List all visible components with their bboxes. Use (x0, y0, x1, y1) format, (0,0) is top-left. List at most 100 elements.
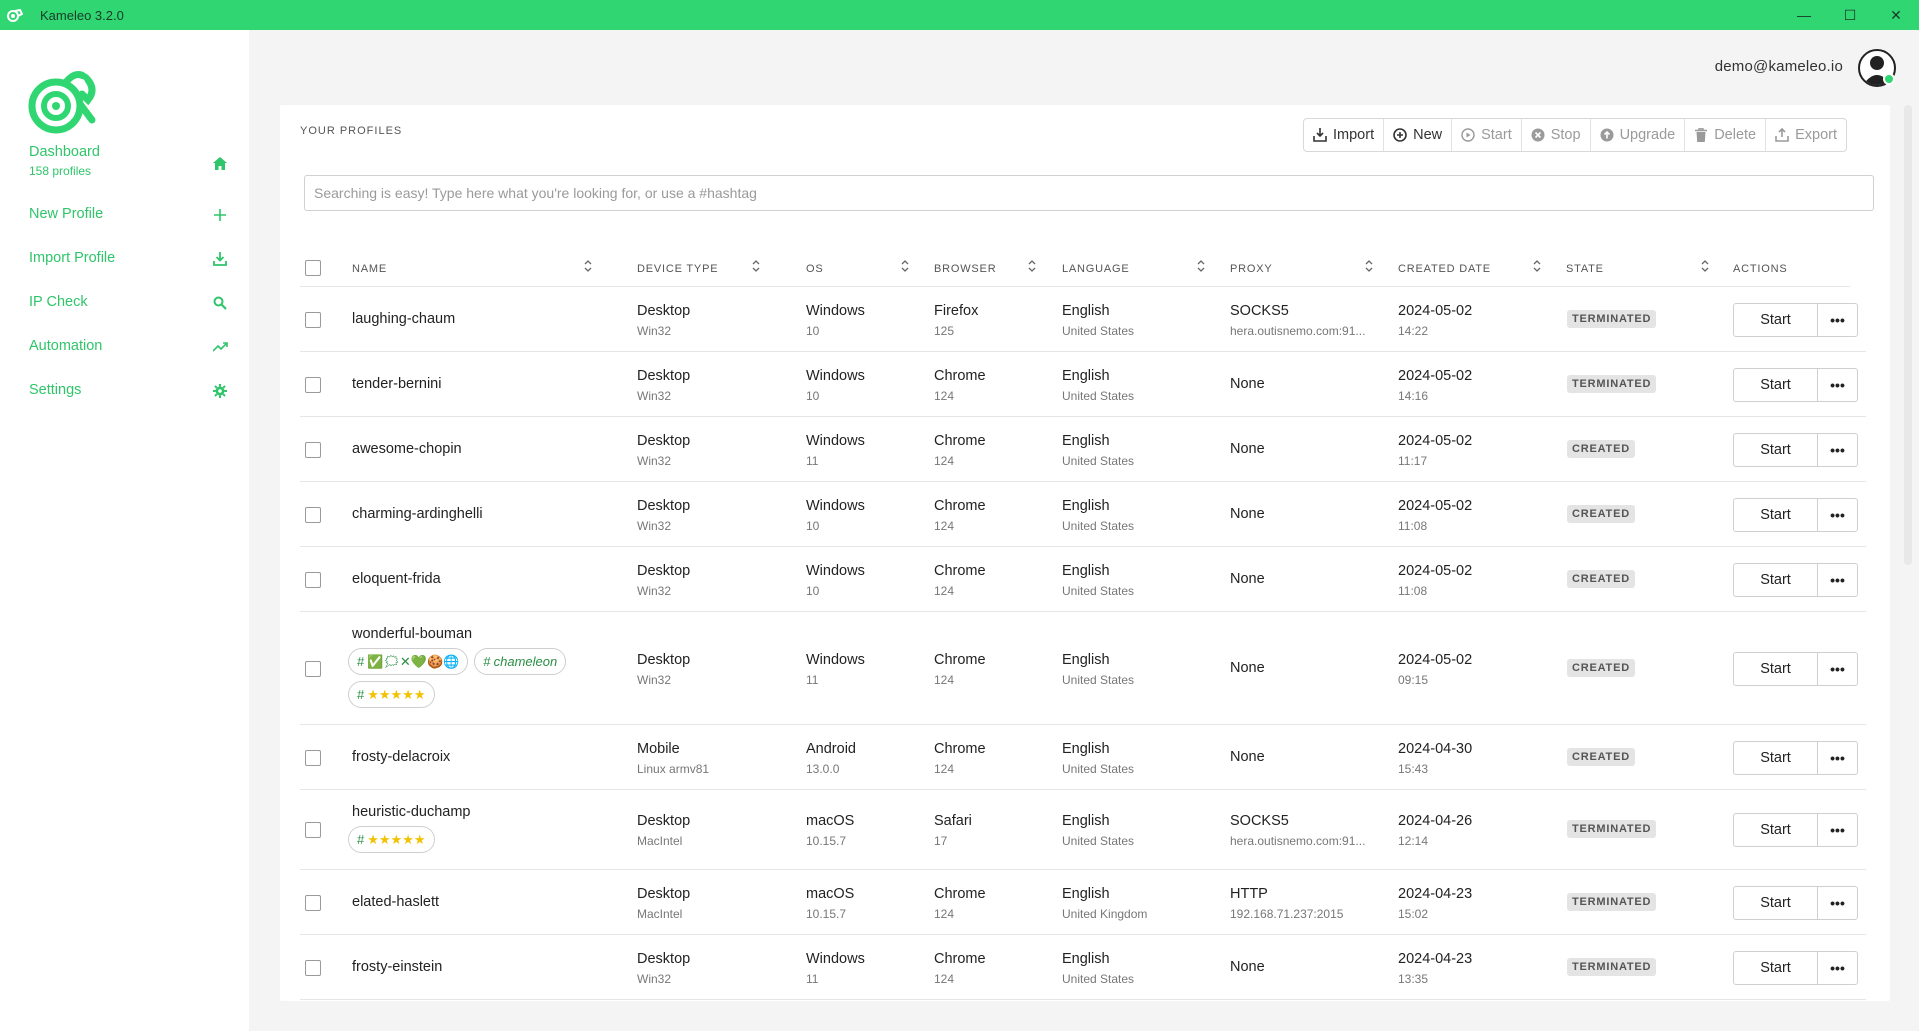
column-header-language[interactable]: LANGUAGE (1062, 263, 1130, 275)
sidebar-item-new-profile[interactable]: New Profile (29, 206, 229, 224)
sort-icon[interactable] (1700, 258, 1710, 274)
created-time: 11:08 (1398, 519, 1428, 533)
close-button[interactable]: ✕ (1873, 0, 1919, 30)
language: English (1062, 886, 1110, 902)
sort-icon[interactable] (900, 258, 910, 274)
column-header-browser[interactable]: BROWSER (934, 263, 996, 275)
table-row[interactable]: frosty-delacroix Mobile Linux armv81 Androi… (300, 725, 1866, 790)
stop-button[interactable]: Stop (1522, 119, 1591, 151)
more-options-button[interactable]: ••• (1818, 742, 1857, 774)
row-checkbox[interactable] (305, 377, 321, 393)
profile-name[interactable]: laughing-chaum (352, 311, 455, 327)
browser-name: Chrome (934, 563, 986, 579)
table-row[interactable]: laughing-chaum Desktop Win32 Windows 10 Firef… (300, 287, 1866, 352)
sort-icon[interactable] (1027, 258, 1037, 274)
column-header-created-date[interactable]: CREATED DATE (1398, 263, 1491, 275)
created-time: 14:16 (1398, 389, 1429, 403)
row-checkbox[interactable] (305, 661, 321, 677)
more-options-button[interactable]: ••• (1818, 653, 1857, 685)
table-row[interactable]: awesome-chopin Desktop Win32 Windows 11 Chrom… (300, 417, 1866, 482)
more-options-button[interactable]: ••• (1818, 814, 1857, 846)
profile-tag[interactable]: # chameleon (474, 648, 567, 675)
sidebar-item-import-profile[interactable]: Import Profile (29, 250, 229, 268)
more-options-button[interactable]: ••• (1818, 952, 1857, 984)
sidebar-item-settings[interactable]: Settings (29, 382, 229, 400)
language-region: United States (1062, 389, 1135, 403)
profile-tag[interactable]: # ★★★★★ (348, 681, 435, 708)
start-button[interactable]: Start (1452, 119, 1522, 151)
user-email[interactable]: demo@kameleo.io (1715, 58, 1843, 75)
more-options-button[interactable]: ••• (1818, 369, 1857, 401)
start-profile-button[interactable]: Start (1734, 499, 1818, 531)
profile-name[interactable]: eloquent-frida (352, 571, 441, 587)
column-header-name[interactable]: NAME (352, 263, 387, 275)
column-header-device-type[interactable]: DEVICE TYPE (637, 263, 718, 275)
row-checkbox[interactable] (305, 822, 321, 838)
table-row[interactable]: frosty-einstein Desktop Win32 Windows 11 Chro… (300, 935, 1866, 1000)
table-row[interactable]: tender-bernini Desktop Win32 Windows 10 Chrom… (300, 352, 1866, 417)
column-header-proxy[interactable]: PROXY (1230, 263, 1273, 275)
start-profile-button[interactable]: Start (1734, 887, 1818, 919)
profile-name[interactable]: elated-haslett (352, 894, 439, 910)
sidebar-item-ip-check[interactable]: IP Check (29, 294, 229, 312)
table-row[interactable]: heuristic-duchamp # ★★★★★ Desktop MacIntel ma… (300, 790, 1866, 870)
row-checkbox[interactable] (305, 895, 321, 911)
created-date: 2024-05-02 (1398, 652, 1473, 668)
maximize-button[interactable]: ☐ (1827, 0, 1873, 30)
select-all-checkbox[interactable] (305, 260, 321, 276)
row-checkbox[interactable] (305, 960, 321, 976)
search-input[interactable] (304, 175, 1874, 211)
delete-button[interactable]: Delete (1685, 119, 1767, 151)
start-profile-button[interactable]: Start (1734, 952, 1818, 984)
sort-icon[interactable] (1196, 258, 1206, 274)
sort-icon[interactable] (1532, 258, 1542, 274)
more-options-button[interactable]: ••• (1818, 564, 1857, 596)
profile-tag[interactable]: # ★★★★★ (348, 826, 435, 853)
sidebar-item-automation[interactable]: Automation (29, 338, 229, 356)
row-checkbox[interactable] (305, 442, 321, 458)
start-profile-button[interactable]: Start (1734, 304, 1818, 336)
start-profile-button[interactable]: Start (1734, 814, 1818, 846)
row-checkbox[interactable] (305, 507, 321, 523)
column-header-os[interactable]: OS (806, 263, 824, 275)
import-button[interactable]: Import (1304, 119, 1385, 151)
profile-name[interactable]: wonderful-bouman (352, 626, 593, 642)
row-checkbox[interactable] (305, 312, 321, 328)
profile-name[interactable]: tender-bernini (352, 376, 441, 392)
start-profile-button[interactable]: Start (1734, 564, 1818, 596)
row-checkbox[interactable] (305, 572, 321, 588)
start-profile-button[interactable]: Start (1734, 434, 1818, 466)
export-button[interactable]: Export (1766, 119, 1846, 151)
table-row[interactable]: elated-haslett Desktop MacIntel macOS 10.15.… (300, 870, 1866, 935)
column-header-state[interactable]: STATE (1566, 263, 1604, 275)
profile-name[interactable]: heuristic-duchamp (352, 804, 593, 820)
minimize-button[interactable]: — (1781, 0, 1827, 30)
profile-name[interactable]: frosty-einstein (352, 959, 442, 975)
language: English (1062, 951, 1110, 967)
table-row[interactable]: wonderful-bouman # ✅🗯✕💚🍪🌐 # chameleon # ★★★★★ D… (300, 612, 1866, 725)
profile-tag[interactable]: # ✅🗯✕💚🍪🌐 (348, 648, 469, 675)
new-button[interactable]: New (1384, 119, 1453, 151)
row-checkbox[interactable] (305, 750, 321, 766)
start-profile-button[interactable]: Start (1734, 742, 1818, 774)
more-options-button[interactable]: ••• (1818, 304, 1857, 336)
more-options-button[interactable]: ••• (1818, 887, 1857, 919)
sort-icon[interactable] (1364, 258, 1374, 274)
more-options-button[interactable]: ••• (1818, 434, 1857, 466)
table-row[interactable]: eloquent-frida Desktop Win32 Windows 10 Chrom… (300, 547, 1866, 612)
upgrade-button[interactable]: Upgrade (1591, 119, 1686, 151)
created-date: 2024-04-23 (1398, 951, 1473, 967)
profile-name[interactable]: frosty-delacroix (352, 749, 450, 765)
start-profile-button[interactable]: Start (1734, 369, 1818, 401)
more-options-button[interactable]: ••• (1818, 499, 1857, 531)
start-profile-button[interactable]: Start (1734, 653, 1818, 685)
device-platform: Win32 (637, 673, 672, 687)
sort-icon[interactable] (751, 258, 761, 274)
profile-name[interactable]: awesome-chopin (352, 441, 462, 457)
sort-icon[interactable] (583, 258, 593, 274)
scrollbar[interactable] (1904, 105, 1912, 565)
os-name: Windows (806, 563, 865, 579)
profile-name[interactable]: charming-ardinghelli (352, 506, 483, 522)
table-row[interactable]: charming-ardinghelli Desktop Win32 Windows 1… (300, 482, 1866, 547)
sidebar-item-dashboard[interactable]: Dashboard 158 profiles (29, 144, 229, 178)
